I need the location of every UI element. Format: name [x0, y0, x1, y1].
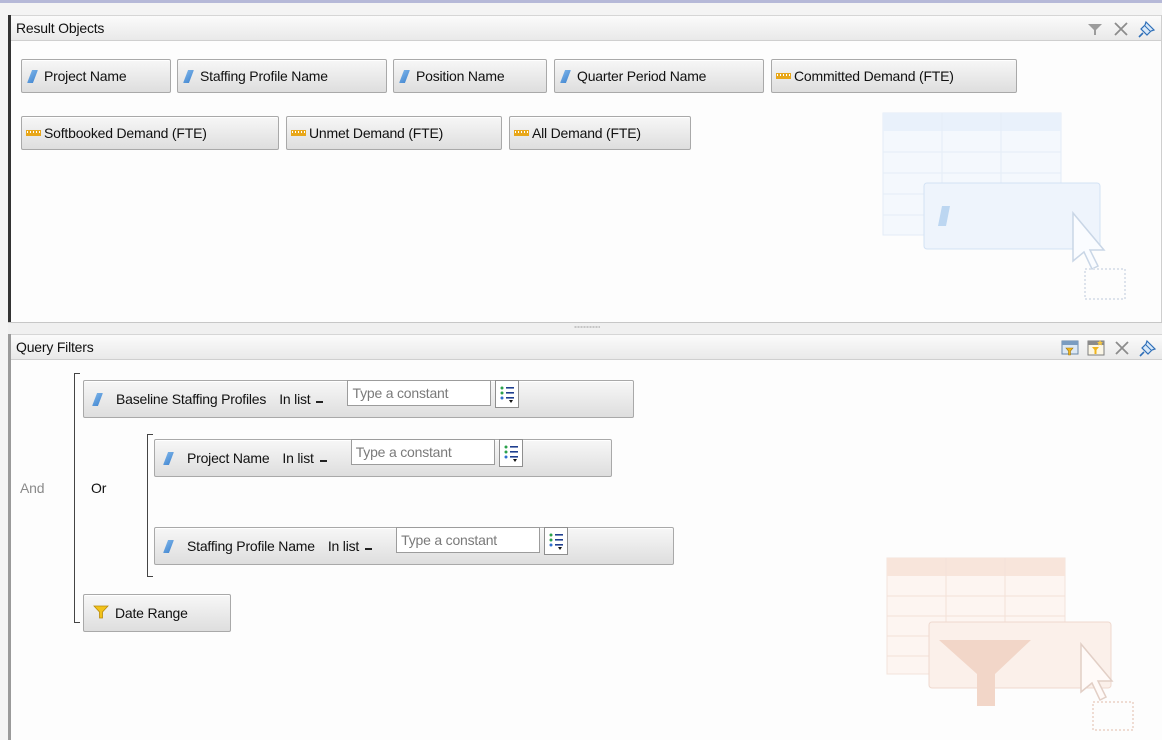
constant-input[interactable]	[350, 439, 495, 465]
dimension-icon	[560, 70, 571, 83]
drop-filters-watermark	[886, 557, 1134, 731]
dimension-icon	[399, 70, 410, 83]
and-bracket	[74, 373, 80, 623]
value-list-button[interactable]	[544, 527, 569, 555]
or-bracket	[147, 434, 153, 577]
chip-label: Quarter Period Name	[577, 68, 707, 84]
result-objects-header: Result Objects	[11, 15, 1161, 41]
filter-operator[interactable]: In list	[328, 538, 359, 554]
save-filter-icon[interactable]	[1060, 338, 1080, 358]
chip-label: Committed Demand (FTE)	[794, 68, 954, 84]
close-icon[interactable]	[1111, 19, 1131, 39]
predefined-filter-label: Date Range	[115, 605, 188, 621]
panel-splitter[interactable]	[8, 322, 1162, 334]
measure-icon	[776, 73, 791, 79]
operator-dropdown-icon[interactable]	[319, 451, 329, 465]
result-objects-panel: Result Objects Project Name Staffing Pro…	[8, 15, 1162, 322]
chip-label: Staffing Profile Name	[200, 68, 328, 84]
measure-icon	[514, 130, 529, 136]
query-filters-title: Query Filters	[16, 339, 94, 355]
dimension-icon	[183, 70, 194, 83]
result-object-chip[interactable]: Project Name	[21, 59, 171, 93]
filter-icon[interactable]	[1085, 19, 1105, 39]
result-object-chip[interactable]: Position Name	[393, 59, 547, 93]
operator-dropdown-icon[interactable]	[364, 539, 374, 553]
dimension-icon	[92, 393, 103, 406]
predefined-filter-date-range[interactable]: Date Range	[83, 594, 231, 632]
result-object-chip[interactable]: Committed Demand (FTE)	[771, 59, 1017, 93]
dimension-icon	[27, 70, 38, 83]
filter-object-label: Baseline Staffing Profiles	[116, 391, 267, 407]
value-list-button[interactable]	[495, 380, 520, 408]
drop-objects-watermark	[882, 112, 1126, 300]
query-filters-header: Query Filters	[11, 334, 1162, 360]
chip-label: Project Name	[44, 68, 127, 84]
window-top-border	[0, 0, 1162, 3]
query-filters-area[interactable]: And Baseline Staffing Profiles In list O…	[11, 360, 1162, 740]
value-list-button[interactable]	[498, 439, 523, 467]
chip-label: Unmet Demand (FTE)	[309, 125, 444, 141]
pin-icon[interactable]	[1137, 19, 1157, 39]
measure-icon	[26, 130, 41, 136]
chip-label: Softbooked Demand (FTE)	[44, 125, 207, 141]
result-objects-tools	[1085, 19, 1157, 39]
pin-icon[interactable]	[1138, 338, 1158, 358]
operator-dropdown-icon[interactable]	[315, 392, 325, 406]
result-object-chip[interactable]: All Demand (FTE)	[509, 116, 691, 150]
result-objects-title: Result Objects	[16, 20, 105, 36]
filter-object-label: Project Name	[187, 450, 270, 466]
result-objects-area[interactable]: Project Name Staffing Profile Name Posit…	[11, 41, 1161, 321]
constant-input[interactable]	[347, 380, 492, 406]
filter-project-name[interactable]: Project Name In list	[154, 439, 612, 477]
filter-object-label: Staffing Profile Name	[187, 538, 315, 554]
result-object-chip[interactable]: Softbooked Demand (FTE)	[21, 116, 279, 150]
query-filters-tools	[1060, 338, 1158, 358]
or-operator[interactable]: Or	[91, 480, 106, 496]
predefined-filter-icon[interactable]	[1086, 338, 1106, 358]
close-icon[interactable]	[1112, 338, 1132, 358]
result-object-chip[interactable]: Unmet Demand (FTE)	[286, 116, 502, 150]
result-object-chip[interactable]: Quarter Period Name	[554, 59, 764, 93]
chip-label: All Demand (FTE)	[532, 125, 641, 141]
dimension-icon	[163, 540, 174, 553]
value-list-icon	[549, 533, 564, 550]
result-object-chip[interactable]: Staffing Profile Name	[177, 59, 387, 93]
dimension-icon	[163, 452, 174, 465]
value-list-icon	[500, 386, 515, 403]
measure-icon	[291, 130, 306, 136]
funnel-icon	[93, 604, 109, 623]
constant-input[interactable]	[396, 527, 541, 553]
filter-operator[interactable]: In list	[279, 391, 310, 407]
query-filters-panel: Query Filters And Baseline Staffing Prof…	[8, 334, 1162, 740]
filter-staffing-profile-name[interactable]: Staffing Profile Name In list	[154, 527, 674, 565]
value-list-icon	[504, 445, 518, 462]
filter-operator[interactable]: In list	[282, 450, 313, 466]
filter-baseline-staffing-profiles[interactable]: Baseline Staffing Profiles In list	[83, 380, 634, 418]
chip-label: Position Name	[416, 68, 505, 84]
and-operator[interactable]: And	[20, 480, 45, 496]
splitter-grip[interactable]	[574, 326, 600, 328]
